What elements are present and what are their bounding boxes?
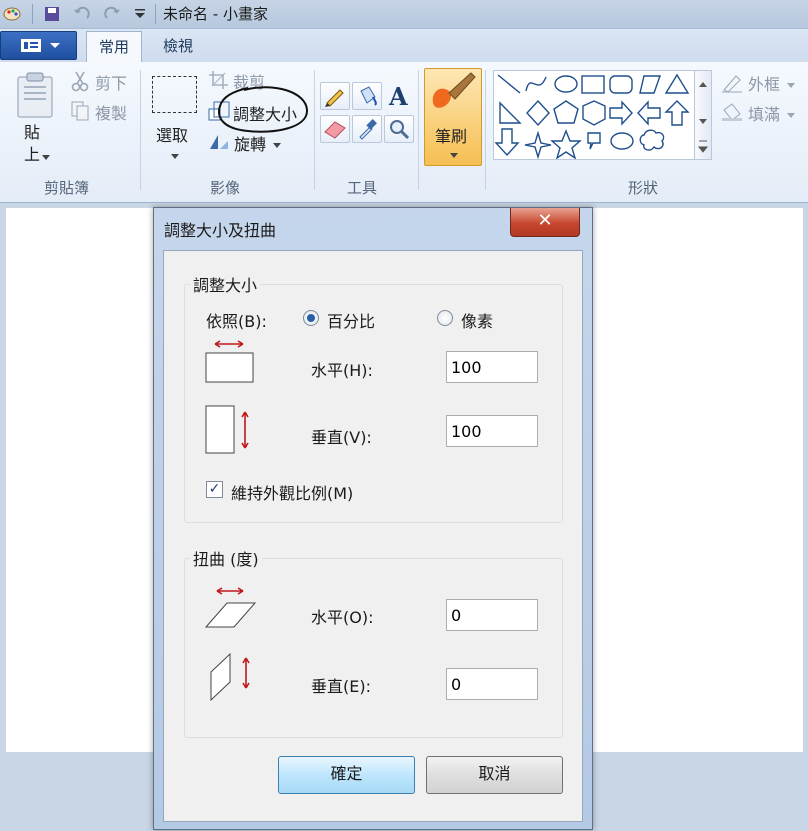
skew-vertical-input[interactable] xyxy=(446,668,538,700)
tab-view[interactable]: 檢視 xyxy=(151,31,205,62)
pencil-icon xyxy=(325,89,344,107)
copy-button[interactable]: 複製 xyxy=(95,100,127,124)
pencil-tool[interactable] xyxy=(320,82,350,110)
resize-horizontal-input[interactable] xyxy=(446,351,538,383)
rotate-dropdown-icon[interactable] xyxy=(273,138,281,153)
select-icon[interactable] xyxy=(152,76,197,113)
color-picker-tool[interactable] xyxy=(352,115,382,143)
paste-label[interactable]: 貼上 xyxy=(24,122,44,166)
dialog-body: 調整大小 依照(B): 百分比 像素 水平(H): 垂直(V): ✓ 維持外觀比… xyxy=(163,250,583,822)
outline-button[interactable]: 外框 xyxy=(748,71,780,95)
ribbon-tab-row: 常用 檢視 xyxy=(0,29,808,63)
clipboard-group-label: 剪貼簿 xyxy=(44,179,90,197)
shapes-gallery[interactable] xyxy=(493,70,696,160)
outline-icon xyxy=(720,72,744,98)
brush-icon xyxy=(432,72,476,108)
select-button[interactable]: 選取 xyxy=(156,122,188,146)
shapes-scroll-arrows-icon xyxy=(697,82,709,153)
copy-icon xyxy=(70,100,90,126)
undo-icon[interactable] xyxy=(72,4,92,24)
paste-dropdown-icon[interactable] xyxy=(42,150,50,165)
resize-vertical-label: 垂直(V): xyxy=(311,428,372,447)
resize-vertical-input[interactable] xyxy=(446,415,538,447)
fill-dropdown-icon[interactable] xyxy=(787,108,795,123)
skew-horizontal-icon xyxy=(205,587,257,628)
close-icon: ✕ xyxy=(537,210,553,231)
brushes-label: 筆刷 xyxy=(435,127,468,146)
resize-vertical-icon xyxy=(205,405,249,454)
shapes-icon-grid xyxy=(494,73,690,160)
app-menu-button[interactable] xyxy=(0,31,77,60)
resize-horizontal-icon xyxy=(205,340,254,383)
resize-by-label: 依照(B): xyxy=(206,312,267,331)
pixels-label[interactable]: 像素 xyxy=(461,308,493,332)
fill-tool[interactable] xyxy=(352,82,382,110)
percent-label[interactable]: 百分比 xyxy=(327,308,375,332)
text-tool[interactable]: A xyxy=(384,82,414,111)
outline-dropdown-icon[interactable] xyxy=(787,78,795,93)
brushes-button[interactable]: 筆刷 xyxy=(424,68,482,166)
skew-horizontal-label: 水平(O): xyxy=(311,608,374,627)
skew-horizontal-input[interactable] xyxy=(446,599,538,631)
image-group-label: 影像 xyxy=(210,179,241,197)
rotate-button[interactable]: 旋轉 xyxy=(234,131,266,155)
skew-vertical-label: 垂直(E): xyxy=(311,677,371,696)
scissors-icon xyxy=(70,70,90,96)
quick-access-dropdown-icon[interactable] xyxy=(130,4,150,24)
keep-ratio-label[interactable]: 維持外觀比例(M) xyxy=(231,480,353,504)
keep-ratio-checkbox[interactable]: ✓ xyxy=(206,481,223,498)
eraser-icon xyxy=(324,121,346,139)
app-menu-icon xyxy=(21,39,60,52)
resize-horizontal-label: 水平(H): xyxy=(311,361,373,380)
skew-group-label: 扭曲 (度) xyxy=(190,546,262,570)
fill-bucket-icon xyxy=(720,100,744,126)
eyedropper-icon xyxy=(359,119,377,140)
pixels-radio[interactable] xyxy=(437,310,453,326)
tools-group-label: 工具 xyxy=(347,179,378,197)
magnifier-icon xyxy=(390,120,410,140)
shapes-group-label: 形狀 xyxy=(628,179,659,197)
tab-home[interactable]: 常用 xyxy=(86,31,143,63)
resize-skew-dialog: 調整大小及扭曲 ✕ 調整大小 依照(B): 百分比 像素 水平(H): 垂直(V… xyxy=(153,207,593,830)
paste-button[interactable] xyxy=(16,72,56,122)
shapes-scroll[interactable] xyxy=(694,70,712,160)
fill-button[interactable]: 填滿 xyxy=(748,101,780,125)
resize-group-label: 調整大小 xyxy=(190,272,261,296)
svg-text:A: A xyxy=(388,83,408,109)
highlight-circle-annotation xyxy=(218,86,309,133)
cut-button[interactable]: 剪下 xyxy=(95,70,127,94)
cancel-button[interactable]: 取消 xyxy=(426,756,563,794)
paint-app-icon[interactable] xyxy=(2,4,22,24)
redo-icon[interactable] xyxy=(102,4,122,24)
text-a-icon: A xyxy=(388,82,408,111)
rotate-icon xyxy=(208,131,230,155)
save-icon[interactable] xyxy=(42,4,62,24)
ok-button[interactable]: 確定 xyxy=(278,756,415,794)
magnifier-tool[interactable] xyxy=(384,115,414,143)
dialog-title: 調整大小及扭曲 xyxy=(164,221,277,240)
eraser-tool[interactable] xyxy=(320,115,350,143)
select-dropdown-icon[interactable] xyxy=(171,149,179,164)
ribbon-panel: 貼上 剪下 複製 剪貼簿 選取 裁剪 調整大小 旋轉 影像 A 工具 筆刷 外框… xyxy=(0,62,808,203)
skew-vertical-icon xyxy=(210,652,250,702)
paint-bucket-icon xyxy=(360,86,377,106)
percent-radio[interactable] xyxy=(303,310,319,326)
close-button[interactable]: ✕ xyxy=(510,208,580,237)
title-bar: 未命名 - 小畫家 xyxy=(0,0,808,29)
window-title: 未命名 - 小畫家 xyxy=(163,5,268,23)
brushes-dropdown-icon[interactable] xyxy=(450,153,458,159)
clipboard-icon xyxy=(17,72,53,118)
